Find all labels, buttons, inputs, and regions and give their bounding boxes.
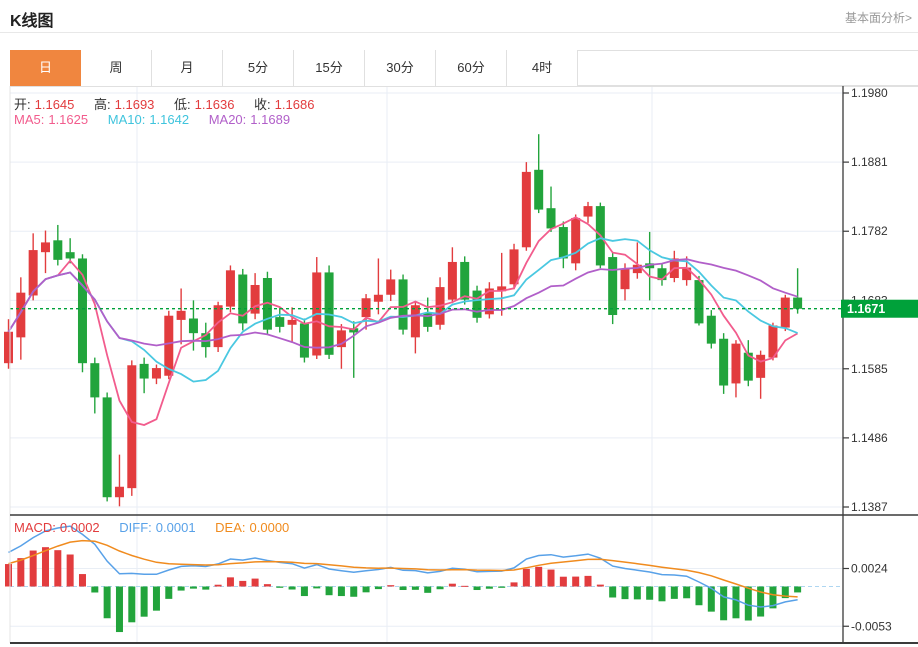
axis-tick-label: 1.1486 [851,431,888,445]
tab-week[interactable]: 周 [81,50,152,86]
kline-chart-canvas[interactable]: 1.19801.18811.17821.16831.15851.14861.13… [0,86,918,647]
tab-day[interactable]: 日 [10,50,81,86]
chart-area: 1.19801.18811.17821.16831.15851.14861.13… [0,86,918,647]
tab-15min[interactable]: 15分 [294,50,365,86]
tab-30min[interactable]: 30分 [365,50,436,86]
page-title: K线图 [10,7,54,31]
tab-4hour[interactable]: 4时 [507,50,578,86]
axis-tick-label: 1.1387 [851,500,888,514]
interval-tabbar: 日 周 月 5分 15分 30分 60分 4时 [10,50,918,86]
tab-60min[interactable]: 60分 [436,50,507,86]
tab-5min[interactable]: 5分 [223,50,294,86]
axis-tick-label: 1.1980 [851,86,888,100]
diff-line [9,526,798,607]
kline-page: K线图 基本面分析> 日 周 月 5分 15分 30分 60分 4时 1.198… [0,0,918,647]
fundamental-analysis-link[interactable]: 基本面分析> [845,9,912,26]
axis-tick-label: 0.0024 [851,562,888,576]
page-header: K线图 基本面分析> [0,0,918,33]
tab-month[interactable]: 月 [152,50,223,86]
axis-tick-label: 1.1782 [851,224,888,238]
axis-tick-label: 1.1881 [851,155,888,169]
axis-tick-label: -0.0053 [851,619,892,633]
current-price-badge-text: 1.1671 [847,302,885,316]
axis-tick-label: 1.1585 [851,362,888,376]
